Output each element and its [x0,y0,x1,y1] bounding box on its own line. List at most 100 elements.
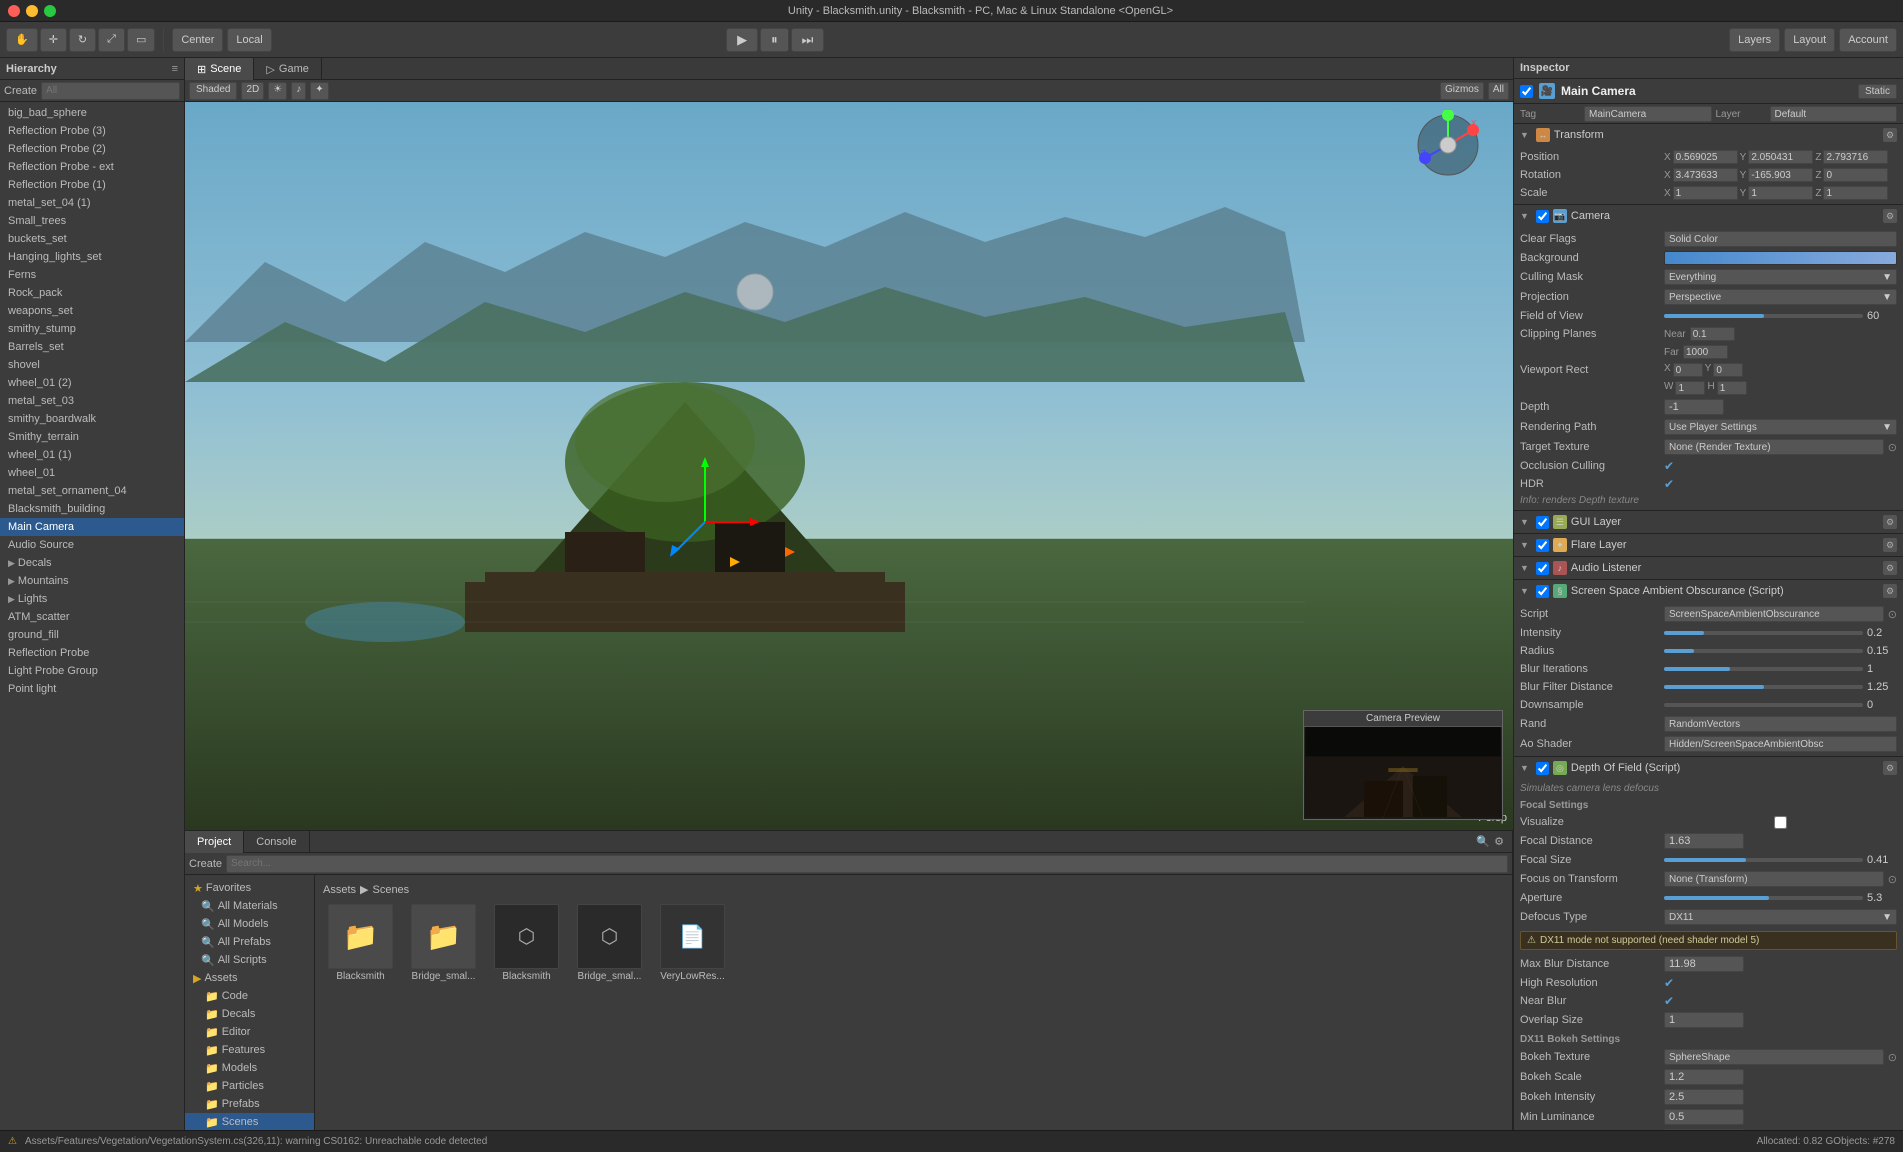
depth-input[interactable] [1664,399,1724,415]
scale-y-input[interactable] [1748,186,1813,200]
dof-bokeh-scale-input[interactable] [1664,1069,1744,1085]
tag-value[interactable]: MainCamera [1584,106,1712,122]
step-button[interactable]: ⏭ [791,28,825,52]
all-models-item[interactable]: 🔍 All Models [185,915,314,933]
target-texture-pick-icon[interactable]: ⊙ [1888,441,1897,454]
hierarchy-item[interactable]: Reflection Probe (3) [0,122,184,140]
hierarchy-item[interactable]: smithy_stump [0,320,184,338]
hierarchy-item[interactable]: smithy_boardwalk [0,410,184,428]
hierarchy-item[interactable]: ground_fill [0,626,184,644]
dof-aperture-slider[interactable] [1664,896,1863,900]
target-texture-dropdown[interactable]: None (Render Texture) [1664,439,1884,455]
minimize-button[interactable] [26,5,38,17]
dof-near-blur-checkbox[interactable]: ✔ [1664,994,1897,1008]
hierarchy-item[interactable]: shovel [0,356,184,374]
audio-settings-btn[interactable]: ⚙ [1883,561,1897,575]
asset-item[interactable]: 📄VeryLowRes... [655,904,730,982]
hierarchy-item[interactable]: Blacksmith_building [0,500,184,518]
asset-tree-item[interactable]: 📁Prefabs [185,1095,314,1113]
ssao-script-dropdown[interactable]: ScreenSpaceAmbientObscurance [1664,606,1884,622]
dof-focus-transform-dropdown[interactable]: None (Transform) [1664,871,1884,887]
scene-gizmo[interactable]: X Y Z [1413,110,1483,180]
scene-view[interactable]: Persp X Y Z [185,102,1513,830]
project-tab[interactable]: Project [185,831,244,853]
effects-toggle[interactable]: ✦ [310,82,328,100]
fov-slider[interactable] [1664,314,1863,318]
dof-bokeh-texture-dropdown[interactable]: SphereShape [1664,1049,1884,1065]
camera-settings-btn[interactable]: ⚙ [1883,209,1897,223]
hierarchy-item[interactable]: Reflection Probe - ext [0,158,184,176]
hierarchy-search[interactable] [41,82,180,100]
projection-dropdown[interactable]: Perspective ▼ [1664,289,1897,305]
project-search-icon[interactable]: 🔍 [1476,835,1490,848]
camera-header[interactable]: ▼ 📷 Camera ⚙ [1514,205,1903,227]
pos-y-input[interactable] [1748,150,1813,164]
hierarchy-item[interactable]: metal_set_03 [0,392,184,410]
2d-toggle[interactable]: 2D [241,82,264,100]
asset-item[interactable]: 📁Blacksmith [323,904,398,982]
hierarchy-item[interactable]: ATM_scatter [0,608,184,626]
ssao-settings-btn[interactable]: ⚙ [1883,584,1897,598]
dof-focal-dist-input[interactable] [1664,833,1744,849]
near-input[interactable] [1690,327,1735,341]
active-checkbox[interactable] [1520,85,1533,98]
lighting-toggle[interactable]: ☀ [268,82,287,100]
dof-visualize-checkbox[interactable] [1664,816,1897,829]
hierarchy-item[interactable]: wheel_01 [0,464,184,482]
ssao-blur-iters-slider[interactable] [1664,667,1863,671]
static-toggle[interactable]: Static [1858,84,1897,99]
ssao-downsample-slider[interactable] [1664,703,1863,707]
all-materials-item[interactable]: 🔍 All Materials [185,897,314,915]
maximize-button[interactable] [44,5,56,17]
asset-tree-item[interactable]: 📁Editor [185,1023,314,1041]
project-settings-icon[interactable]: ⚙ [1494,835,1504,848]
pivot-center-button[interactable]: Center [172,28,223,52]
ssao-rand-dropdown[interactable]: RandomVectors [1664,716,1897,732]
game-tab[interactable]: ▷ Game [254,58,321,80]
ssao-script-pick-icon[interactable]: ⊙ [1888,608,1897,621]
vh-input[interactable] [1717,381,1747,395]
rot-z-input[interactable] [1823,168,1888,182]
asset-tree-item[interactable]: 📁Code [185,987,314,1005]
hierarchy-item[interactable]: Reflection Probe (1) [0,176,184,194]
move-tool[interactable]: ✛ [40,28,67,52]
breadcrumb-scenes[interactable]: Scenes [372,884,409,896]
hierarchy-item[interactable]: metal_set_ornament_04 [0,482,184,500]
breadcrumb-assets[interactable]: Assets [323,884,356,896]
transform-settings-btn[interactable]: ⚙ [1883,128,1897,142]
scale-z-input[interactable] [1823,186,1888,200]
audio-toggle[interactable]: ♪ [291,82,306,100]
audio-listener-header[interactable]: ▼ ♪ Audio Listener ⚙ [1514,557,1903,579]
ssao-header[interactable]: ▼ § Screen Space Ambient Obscurance (Scr… [1514,580,1903,602]
dof-bokeh-texture-pick-icon[interactable]: ⊙ [1888,1051,1897,1064]
dof-settings-btn[interactable]: ⚙ [1883,761,1897,775]
account-dropdown[interactable]: Account [1839,28,1897,52]
rendering-path-dropdown[interactable]: Use Player Settings ▼ [1664,419,1897,435]
ssao-enabled[interactable] [1536,585,1549,598]
hierarchy-item[interactable]: Reflection Probe (2) [0,140,184,158]
rot-y-input[interactable] [1748,168,1813,182]
asset-item[interactable]: 📁Bridge_smal... [406,904,481,982]
flare-settings-btn[interactable]: ⚙ [1883,538,1897,552]
asset-tree-item[interactable]: 📁Decals [185,1005,314,1023]
ssao-intensity-slider[interactable] [1664,631,1863,635]
dof-high-res-checkbox[interactable]: ✔ [1664,976,1897,990]
dof-min-luminance-input[interactable] [1664,1109,1744,1125]
dof-header[interactable]: ▼ ◎ Depth Of Field (Script) ⚙ [1514,757,1903,779]
hierarchy-item[interactable]: ▶Decals [0,554,184,572]
all-scripts-item[interactable]: 🔍 All Scripts [185,951,314,969]
dof-overlap-input[interactable] [1664,1012,1744,1028]
hierarchy-item[interactable]: Rock_pack [0,284,184,302]
close-button[interactable] [8,5,20,17]
rect-tool[interactable]: ▭ [127,28,155,52]
shading-dropdown[interactable]: Shaded [189,82,237,100]
pivot-local-button[interactable]: Local [227,28,271,52]
dof-max-blur-input[interactable] [1664,956,1744,972]
camera-enabled[interactable] [1536,210,1549,223]
transform-header[interactable]: ▼ ↔ Transform ⚙ [1514,124,1903,146]
far-input[interactable] [1683,345,1728,359]
hierarchy-item[interactable]: Small_trees [0,212,184,230]
all-btn[interactable]: All [1488,82,1509,100]
asset-item[interactable]: ⬡Bridge_smal... [572,904,647,982]
dof-focus-transform-pick-icon[interactable]: ⊙ [1888,873,1897,886]
